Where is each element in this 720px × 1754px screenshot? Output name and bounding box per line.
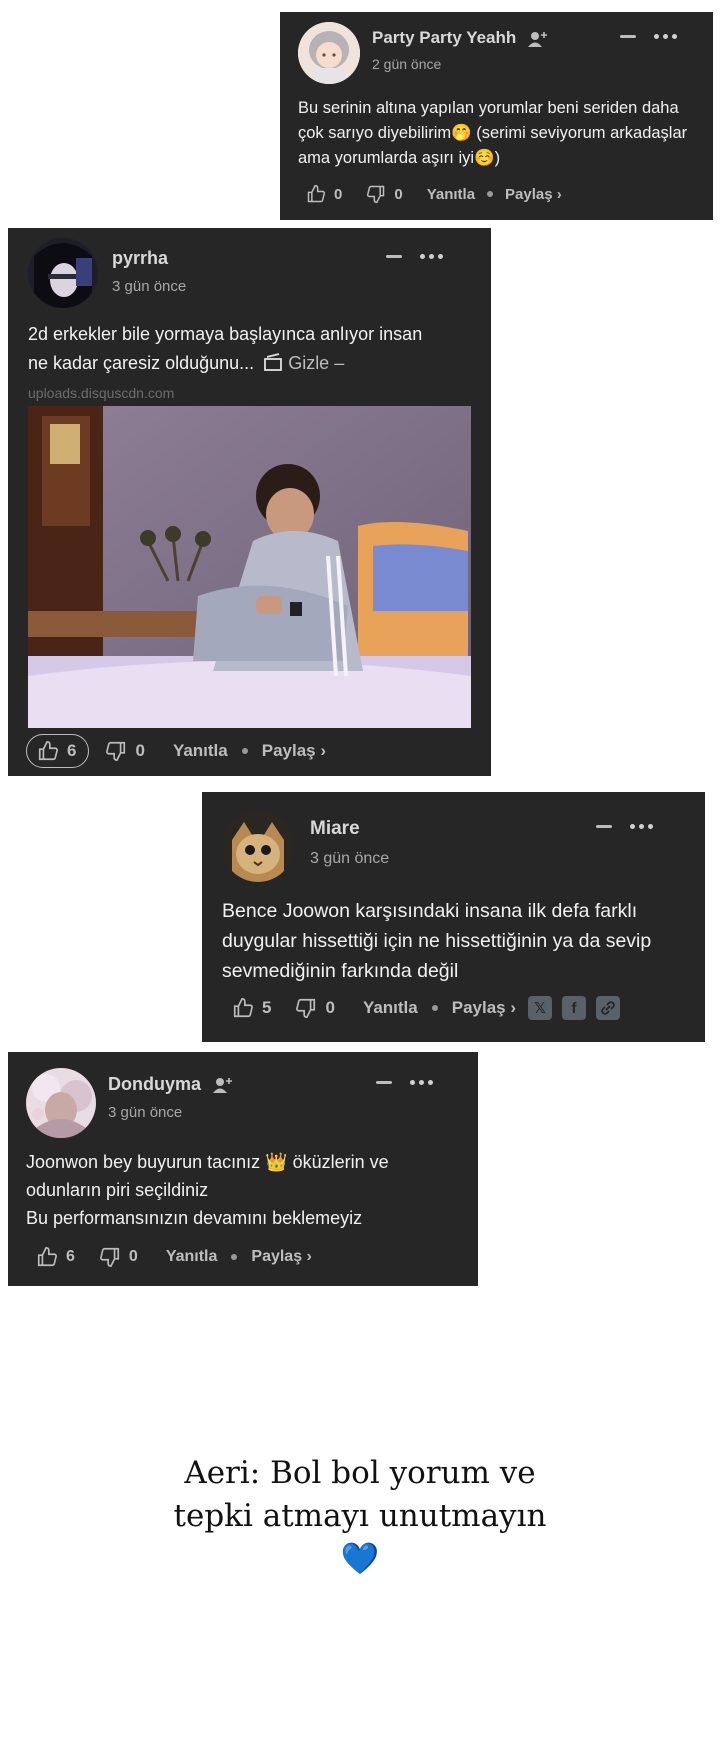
upvote-button[interactable]: 6	[36, 1246, 75, 1268]
comment-text-line: ne kadar çaresiz olduğunu... Gizle –	[28, 353, 345, 373]
comment-card: pyrrha 3 gün önce 2d erkekler bile yorma…	[8, 228, 491, 776]
comment-menu	[386, 254, 443, 259]
timestamp: 3 gün önce	[310, 850, 390, 867]
comment-text: Bu serinin altına yapılan yorumlar beni …	[298, 99, 688, 167]
thumbs-down-icon	[296, 998, 316, 1018]
share-options: 𝕏 f	[528, 996, 621, 1020]
more-options-icon[interactable]	[410, 1080, 433, 1085]
thumbs-up-icon	[37, 1247, 57, 1267]
image-source-url[interactable]: uploads.disquscdn.com	[28, 385, 174, 401]
separator-dot	[241, 748, 248, 754]
reply-button[interactable]: Yanıtla	[363, 998, 418, 1018]
collapse-button[interactable]	[376, 1081, 392, 1084]
username[interactable]: Donduyma	[108, 1074, 234, 1095]
closing-line: Aeri: Bol bol yorum ve	[184, 1455, 536, 1491]
add-user-icon[interactable]	[212, 1076, 234, 1094]
timestamp: 3 gün önce	[112, 278, 187, 295]
thumbs-down-icon	[99, 1247, 119, 1267]
downvote-button[interactable]: 0	[99, 1246, 138, 1268]
comment-card: Miare 3 gün önce Bence Joowon karşısında…	[202, 792, 705, 1042]
thumbs-up-icon	[307, 184, 326, 203]
reply-button[interactable]: Yanıtla	[427, 186, 475, 203]
dislike-count: 0	[128, 1248, 138, 1265]
like-count: 5	[262, 998, 272, 1017]
thumbs-up-icon	[38, 741, 58, 761]
username[interactable]: pyrrha	[112, 248, 168, 269]
downvote-button[interactable]: 0	[295, 997, 335, 1019]
avatar[interactable]	[298, 22, 360, 84]
comment-actions: 5 0 Yanıtla Paylaş › 𝕏 f	[232, 996, 621, 1020]
more-options-icon[interactable]	[420, 254, 443, 259]
upvote-button[interactable]: 5	[232, 997, 271, 1019]
hide-image-link[interactable]: Gizle –	[288, 353, 344, 373]
username[interactable]: Miare	[310, 818, 360, 840]
more-options-icon[interactable]	[654, 34, 677, 39]
closing-note: Aeri: Bol bol yorum ve tepki atmayı unut…	[0, 1452, 720, 1581]
comment-text-line: Joonwon bey buyurun tacınız 👑 öküzlerin …	[26, 1152, 389, 1200]
share-button[interactable]: Paylaş ›	[262, 741, 326, 761]
avatar[interactable]	[26, 1068, 96, 1138]
separator-dot	[431, 1005, 438, 1011]
blue-heart-icon: 💙	[340, 1541, 380, 1577]
image-toggle-icon	[264, 353, 283, 371]
avatar[interactable]	[222, 810, 294, 882]
x-share-icon[interactable]: 𝕏	[528, 996, 553, 1020]
separator-dot	[231, 1254, 238, 1260]
upvote-button[interactable]: 6	[26, 734, 90, 768]
downvote-button[interactable]: 0	[366, 184, 403, 204]
comment-text-line: Bu performansınızın devamını beklemeyiz	[26, 1208, 363, 1228]
thumbs-down-icon	[106, 741, 126, 761]
reply-button[interactable]: Yanıtla	[173, 741, 228, 761]
comment-menu	[376, 1080, 433, 1085]
comment-text: Bence Joowon karşısındaki insana ilk def…	[222, 900, 652, 982]
copy-link-icon[interactable]	[596, 996, 621, 1020]
share-button[interactable]: Paylaş ›	[251, 1248, 311, 1266]
dislike-count: 0	[135, 741, 145, 760]
collapse-button[interactable]	[386, 255, 402, 258]
collapse-button[interactable]	[620, 35, 636, 38]
reply-button[interactable]: Yanıtla	[166, 1248, 218, 1266]
timestamp: 3 gün önce	[108, 1104, 183, 1121]
upvote-button[interactable]: 0	[306, 184, 342, 204]
dislike-count: 0	[325, 998, 335, 1017]
username[interactable]: Party Party Yeahh	[372, 28, 549, 48]
thumbs-up-icon	[233, 998, 253, 1018]
comment-menu	[596, 824, 653, 829]
comment-text: 2d erkekler bile yormaya başlayınca anlı…	[28, 320, 478, 378]
separator-dot	[487, 191, 494, 197]
timestamp: 2 gün önce	[372, 56, 442, 72]
comment-actions: 6 0 Yanıtla Paylaş ›	[36, 1246, 312, 1268]
share-button[interactable]: Paylaş ›	[452, 998, 516, 1018]
thumbs-down-icon	[367, 185, 385, 204]
closing-line: tepki atmayı unutmayın	[173, 1498, 547, 1534]
avatar[interactable]	[28, 238, 98, 308]
comment-text-line: 2d erkekler bile yormaya başlayınca anlı…	[28, 324, 423, 344]
share-button[interactable]: Paylaş ›	[505, 186, 562, 203]
downvote-button[interactable]: 0	[105, 740, 145, 762]
comment-actions: 6 0 Yanıtla Paylaş ›	[26, 734, 326, 768]
more-options-icon[interactable]	[630, 824, 653, 829]
like-count: 0	[334, 185, 343, 203]
attached-image[interactable]	[28, 406, 471, 728]
comment-card: Party Party Yeahh 2 gün önce Bu serinin …	[280, 12, 713, 220]
add-user-icon[interactable]	[527, 30, 549, 48]
like-count: 6	[67, 741, 77, 760]
like-count: 6	[66, 1248, 75, 1265]
comment-card: Donduyma 3 gün önce Joonwon bey buyurun …	[8, 1052, 478, 1286]
comment-actions: 0 0 Yanıtla Paylaş ›	[306, 184, 562, 204]
collapse-button[interactable]	[596, 825, 612, 828]
comment-text: Joonwon bey buyurun tacınız 👑 öküzlerin …	[26, 1148, 466, 1232]
dislike-count: 0	[394, 185, 403, 203]
comment-menu	[620, 34, 677, 39]
facebook-share-icon[interactable]: f	[562, 996, 587, 1020]
